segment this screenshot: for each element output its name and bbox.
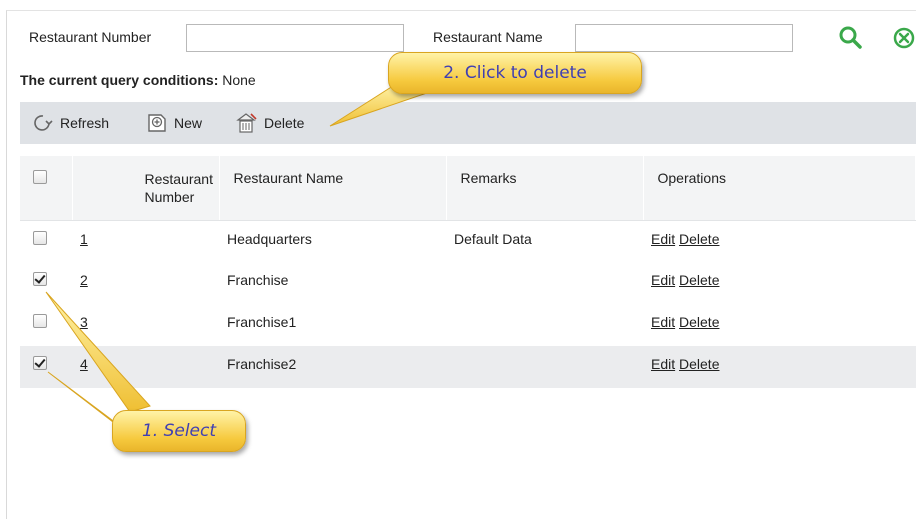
operations-cell: Edit Delete	[643, 304, 916, 346]
delete-icon	[234, 111, 258, 135]
refresh-button[interactable]: Refresh	[32, 102, 109, 144]
remarks-cell	[446, 262, 643, 304]
header-operations: Operations	[643, 156, 916, 221]
new-label: New	[174, 115, 203, 131]
query-conditions: The current query conditions: None	[20, 72, 256, 88]
restaurant-name-cell: Headquarters	[227, 230, 312, 247]
header-restaurant-name[interactable]: Restaurant Name	[219, 156, 447, 221]
delete-label: Delete	[264, 115, 305, 131]
restaurant-name-cell: Franchise	[227, 272, 289, 288]
restaurant-number-label: Restaurant Number	[29, 29, 152, 45]
restaurant-number-link[interactable]: 1	[80, 231, 88, 247]
edit-link[interactable]: Edit	[651, 356, 675, 372]
query-conditions-label: The current query conditions:	[20, 72, 219, 88]
select-all-checkbox[interactable]	[33, 170, 47, 184]
row-select-cell	[20, 220, 72, 262]
restaurant-number-cell: 2	[72, 262, 219, 304]
row-checkbox[interactable]	[33, 356, 47, 370]
toolbar: Refresh New Delete	[20, 102, 916, 144]
callout-select: 1. Select	[112, 410, 246, 452]
refresh-label: Refresh	[60, 115, 110, 131]
edit-link[interactable]: Edit	[651, 231, 675, 247]
restaurant-number-cell: 3	[72, 304, 219, 346]
operations-cell: Edit Delete	[643, 262, 916, 304]
restaurant-name-input[interactable]	[575, 24, 793, 52]
restaurant-number-link[interactable]: 3	[80, 314, 88, 330]
delete-link[interactable]: Delete	[679, 272, 719, 288]
row-checkbox[interactable]	[33, 230, 47, 245]
row-select-cell	[20, 262, 72, 304]
table-header-row: Restaurant Number Restaurant Name Remark…	[20, 156, 916, 221]
edit-link[interactable]: Edit	[651, 272, 675, 288]
restaurant-name-cell: Franchise2	[227, 356, 297, 372]
restaurant-table: Restaurant Number Restaurant Name Remark…	[20, 156, 916, 388]
callout-click-to-delete: 2. Click to delete	[388, 52, 642, 94]
row-checkbox[interactable]	[33, 314, 47, 328]
header-restaurant-number[interactable]: Restaurant Number	[72, 156, 220, 221]
table-row: 3 Franchise1 Edit Delete	[20, 304, 916, 346]
delete-link[interactable]: Delete	[679, 314, 719, 330]
table-row: 2 Franchise Edit Delete	[20, 262, 916, 304]
restaurant-name-cell: Franchise1	[227, 314, 297, 330]
table-row: 4 Franchise2 Edit Delete	[20, 346, 916, 388]
delete-button[interactable]: Delete	[234, 102, 304, 144]
header-select-cell	[20, 156, 73, 221]
delete-link[interactable]: Delete	[679, 231, 719, 247]
remarks-cell	[446, 346, 643, 388]
remarks-cell: Default Data	[454, 230, 532, 247]
table-row: 1 Headquarters Default Data Edit Delete	[20, 220, 916, 262]
restaurant-number-input[interactable]	[186, 24, 404, 52]
delete-link[interactable]: Delete	[679, 356, 719, 372]
row-checkbox[interactable]	[33, 272, 47, 286]
edit-link[interactable]: Edit	[651, 314, 675, 330]
clear-icon[interactable]	[892, 26, 916, 52]
restaurant-number-cell: 4	[72, 346, 219, 388]
row-select-cell	[20, 346, 72, 388]
operations-cell: Edit Delete	[643, 220, 916, 262]
restaurant-number-cell: 1	[72, 220, 219, 262]
remarks-cell	[446, 304, 643, 346]
restaurant-name-label: Restaurant Name	[433, 29, 543, 45]
header-remarks[interactable]: Remarks	[446, 156, 644, 221]
restaurant-number-link[interactable]: 4	[80, 356, 88, 372]
row-select-cell	[20, 304, 72, 346]
operations-cell: Edit Delete	[643, 346, 916, 388]
search-icon[interactable]	[838, 25, 864, 51]
restaurant-number-link[interactable]: 2	[80, 272, 88, 288]
new-icon	[146, 112, 168, 134]
query-conditions-value: None	[222, 72, 256, 88]
refresh-icon	[32, 112, 54, 134]
new-button[interactable]: New	[146, 102, 202, 144]
